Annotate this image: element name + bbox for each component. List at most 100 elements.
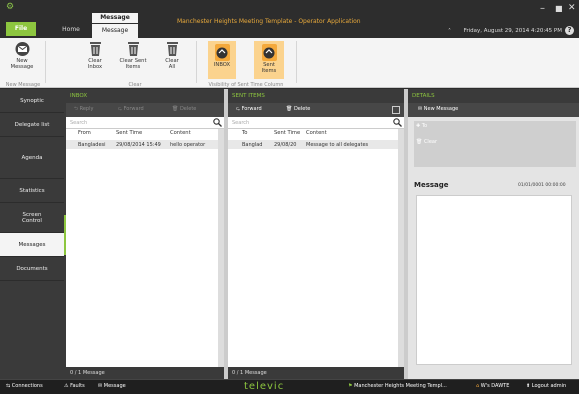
sidebar: Synoptic Delegate list Agenda Statistics…: [0, 89, 66, 379]
forward-label: Forward: [123, 106, 144, 112]
column-header-sent-time[interactable]: Sent Time: [116, 130, 142, 136]
sidebar-item-label: Agenda: [21, 154, 43, 161]
sidebar-item-screen-control[interactable]: Screen Control: [0, 203, 64, 233]
tab-home[interactable]: Home: [58, 26, 84, 36]
tab-message[interactable]: Message: [92, 24, 138, 38]
group-divider: [196, 41, 197, 83]
forward-button[interactable]: ⮎ Forward: [118, 106, 144, 114]
sidebar-item-statistics[interactable]: Statistics: [0, 179, 64, 203]
new-message-label: New Message: [423, 106, 459, 112]
delete-label: Delete: [179, 106, 197, 112]
details-title: DETAILS: [408, 89, 579, 103]
new-message-label: New Message: [10, 58, 34, 70]
clear-inbox-label: Clear Inbox: [87, 58, 103, 70]
trash-icon: [88, 41, 103, 57]
message-body-textarea[interactable]: [416, 195, 572, 365]
cell-content: Message to all delegates: [306, 142, 369, 148]
new-message-button[interactable]: ✉ New Message: [418, 106, 458, 112]
new-message-button[interactable]: New Message: [6, 41, 38, 70]
clear-all-button[interactable]: Clear All: [159, 41, 185, 70]
recipient-area: ✚ To 🗑 Clear: [414, 121, 576, 167]
group-divider: [45, 41, 46, 83]
message-date: 01/01/0001 00:00:00: [518, 183, 566, 188]
faults-status[interactable]: ⚠ Faults: [64, 383, 85, 389]
cell-sent-time: 29/08/2014 15:49: [116, 142, 161, 148]
meeting-status[interactable]: ⚑ Manchester Heights Meeting Templ...: [348, 383, 447, 389]
message-label: Message: [103, 383, 126, 389]
faults-label: Faults: [70, 383, 85, 389]
to-label: To: [421, 123, 428, 129]
search-icon[interactable]: [393, 118, 402, 127]
search-icon[interactable]: [213, 118, 222, 127]
column-header-content[interactable]: Content: [170, 130, 191, 136]
clear-inbox-button[interactable]: Clear Inbox: [82, 41, 108, 70]
reply-label: Reply: [79, 106, 94, 112]
sidebar-item-agenda[interactable]: Agenda: [0, 137, 64, 179]
sidebar-item-synoptic[interactable]: Synoptic: [0, 89, 64, 113]
table-row[interactable]: Banglad 29/08/20 Message to all delegate…: [228, 140, 398, 149]
clear-label: Clear: [423, 139, 438, 145]
trash-icon: [165, 41, 180, 57]
user-label: W's DAWTE: [480, 383, 510, 389]
delete-button[interactable]: 🗑 Delete: [172, 106, 196, 112]
table-row[interactable]: Bangladesi 29/08/2014 15:49 hello operat…: [66, 140, 218, 149]
sent-status: 0 / 1 Message: [228, 367, 404, 379]
sidebar-item-label: Screen Control: [22, 211, 42, 224]
sent-icon: [261, 44, 277, 61]
select-all-checkbox[interactable]: [392, 106, 400, 114]
sidebar-item-messages[interactable]: Messages: [0, 233, 64, 257]
inbox-title: INBOX: [66, 89, 224, 103]
search-placeholder: Search: [232, 120, 250, 126]
user-status[interactable]: ⌂ W's DAWTE: [476, 383, 509, 389]
message-status[interactable]: ✉ Message: [98, 383, 126, 389]
column-header-from[interactable]: From: [78, 130, 91, 136]
logout-button[interactable]: ⬆ Logout admin: [526, 383, 566, 389]
cell-content: hello operator: [170, 142, 206, 148]
sidebar-item-label: Messages: [18, 241, 46, 248]
sent-items-panel: SENT ITEMS ⮎ Forward 🗑 Delete Search To …: [228, 89, 404, 379]
connections-status[interactable]: ⇆ Connections: [6, 383, 43, 389]
inbox-panel: INBOX ⮌ Reply ⮎ Forward 🗑 Delete Search …: [66, 89, 224, 379]
cell-from: Bangladesi: [78, 142, 106, 148]
sent-items-toggle-button[interactable]: Sent Items: [254, 41, 284, 79]
app-icon: ⚙: [6, 2, 15, 12]
sent-toolbar: ⮎ Forward 🗑 Delete: [228, 103, 404, 117]
sent-search-input[interactable]: Search: [228, 117, 404, 129]
column-header-content[interactable]: Content: [306, 130, 327, 136]
tab-file[interactable]: File: [6, 22, 36, 36]
message-heading: Message: [414, 181, 449, 189]
inbox-search-input[interactable]: Search: [66, 117, 224, 129]
sidebar-item-documents[interactable]: Documents: [0, 257, 64, 281]
connections-label: Connections: [11, 383, 43, 389]
minimize-icon[interactable]: –: [540, 3, 545, 14]
help-icon[interactable]: ?: [565, 26, 574, 35]
ribbon-collapse-icon[interactable]: ˄: [448, 28, 451, 35]
forward-button[interactable]: ⮎ Forward: [236, 106, 262, 114]
sidebar-item-label: Documents: [16, 265, 48, 272]
close-icon[interactable]: ✕: [568, 3, 576, 13]
maximize-icon[interactable]: ■: [555, 4, 563, 13]
clear-recipients-button[interactable]: 🗑 Clear: [416, 139, 437, 145]
group-visibility: Visibility of Sent Time Column: [208, 82, 284, 88]
clear-sent-button[interactable]: Clear Sent Items: [116, 41, 150, 70]
logout-label: Logout admin: [531, 383, 567, 389]
details-toolbar: ✉ New Message: [408, 103, 579, 117]
add-recipient-button[interactable]: ✚ To: [416, 123, 427, 129]
column-header-sent-time[interactable]: Sent Time: [274, 130, 300, 136]
status-bar: ⇆ Connections ⚠ Faults ✉ Message televic…: [0, 379, 579, 394]
date-time: Friday, August 29, 2014 4:20:45 PM: [463, 28, 562, 34]
sidebar-item-delegate-list[interactable]: Delegate list: [0, 113, 64, 137]
group-clear: Clear: [128, 82, 142, 88]
context-tab-label: Message: [92, 13, 138, 23]
inbox-toolbar: ⮌ Reply ⮎ Forward 🗑 Delete: [66, 103, 224, 117]
cell-sent-time: 29/08/20: [274, 142, 297, 148]
sidebar-item-label: Statistics: [19, 187, 45, 194]
inbox-toggle-button[interactable]: INBOX: [208, 41, 236, 79]
group-divider: [296, 41, 297, 83]
sent-items-title: SENT ITEMS: [228, 89, 404, 103]
column-header-to[interactable]: To: [242, 130, 247, 136]
inbox-toggle-label: INBOX: [213, 62, 231, 68]
sent-items-toggle-label: Sent Items: [261, 62, 277, 74]
delete-button[interactable]: 🗑 Delete: [286, 106, 310, 112]
reply-button[interactable]: ⮌ Reply: [74, 106, 93, 114]
